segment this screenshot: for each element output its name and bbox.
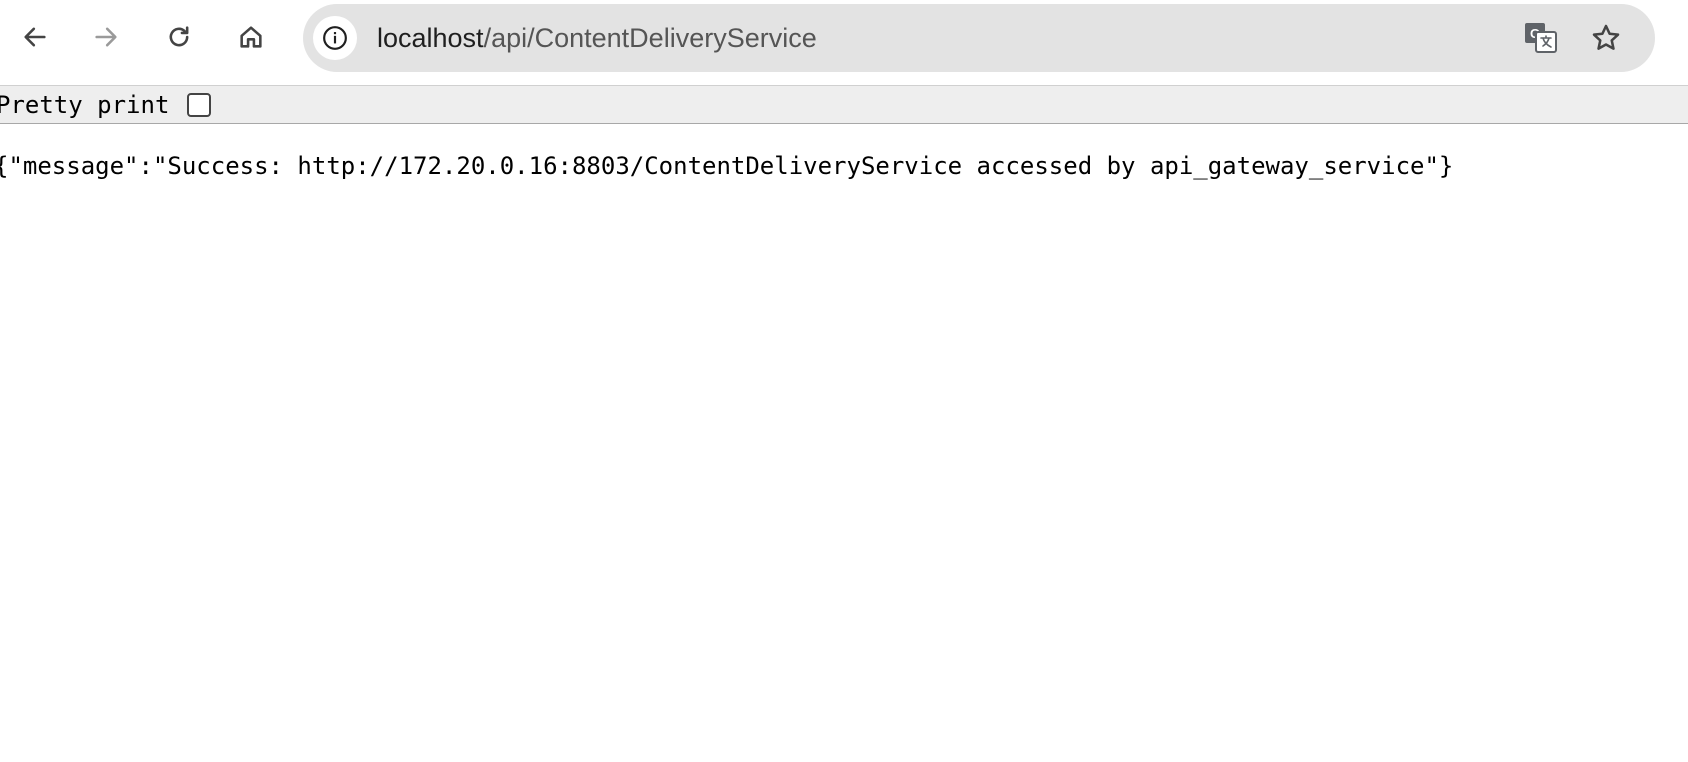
translate-button[interactable]: G bbox=[1521, 18, 1561, 58]
forward-button[interactable] bbox=[83, 14, 129, 60]
url-text[interactable]: localhost/api/ContentDeliveryService bbox=[377, 4, 817, 72]
arrow-right-icon bbox=[95, 27, 117, 47]
bookmark-button[interactable] bbox=[1586, 18, 1626, 58]
home-button[interactable] bbox=[228, 14, 274, 60]
reload-icon bbox=[169, 26, 189, 47]
pretty-print-checkbox[interactable] bbox=[187, 93, 211, 117]
url-host: localhost bbox=[377, 23, 484, 53]
browser-toolbar: localhost/api/ContentDeliveryService G bbox=[0, 0, 1688, 76]
site-info-button[interactable] bbox=[313, 16, 357, 60]
arrow-left-icon bbox=[24, 27, 46, 47]
pretty-print-bar: Pretty print bbox=[0, 85, 1688, 124]
address-bar[interactable]: localhost/api/ContentDeliveryService G bbox=[303, 4, 1655, 72]
home-icon bbox=[240, 26, 262, 48]
url-path: /api/ContentDeliveryService bbox=[483, 23, 817, 53]
json-response-text: {"message":"Success: http://172.20.0.16:… bbox=[0, 152, 1454, 180]
pretty-print-label: Pretty print bbox=[0, 91, 170, 119]
translate-icon: G bbox=[1525, 23, 1557, 53]
info-icon bbox=[323, 26, 347, 50]
star-icon bbox=[1592, 24, 1620, 50]
reload-button[interactable] bbox=[156, 14, 202, 60]
back-button[interactable] bbox=[12, 14, 58, 60]
